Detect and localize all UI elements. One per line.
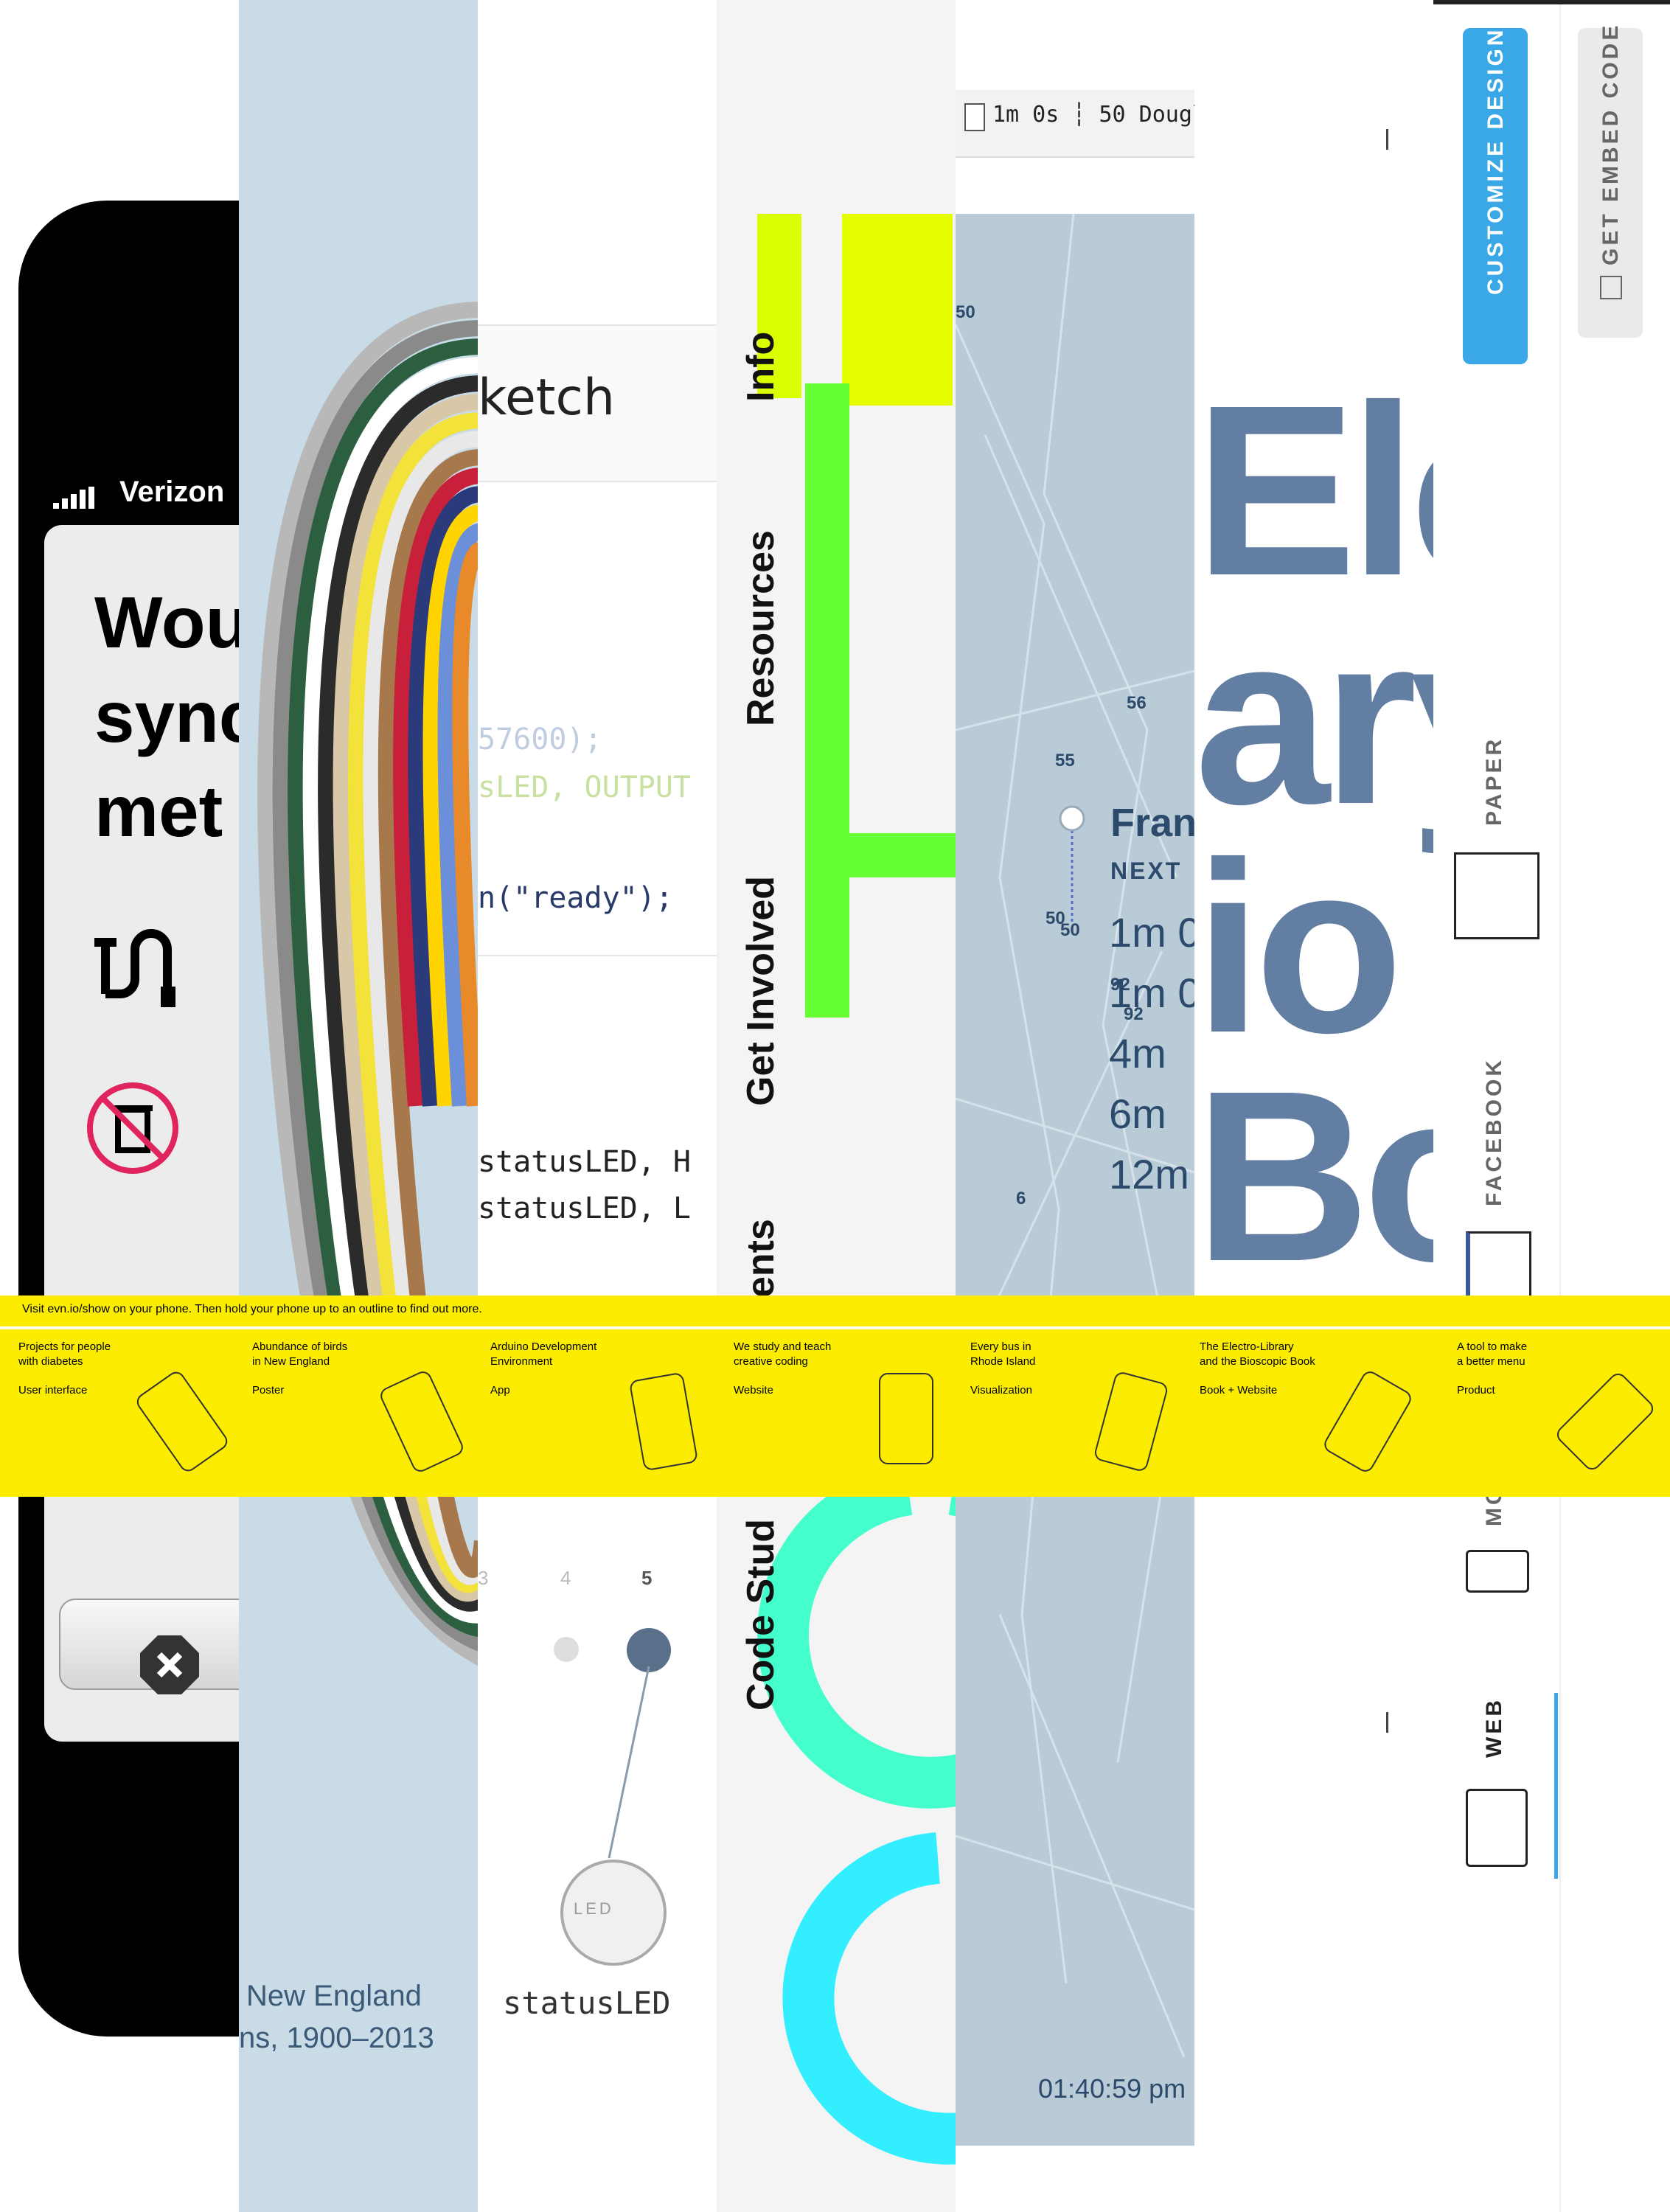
plug-icon [87,928,183,1012]
dialog-title: Wou sync met [94,582,239,852]
tab-web[interactable]: WEB [1482,1697,1507,1758]
customize-design-label: CUSTOMIZE DESIGN [1483,27,1508,295]
route-label: 50 [956,302,975,322]
phone-outline-icon[interactable] [879,1373,933,1464]
project-title: Arduino Development Environment [490,1340,597,1368]
project-title: Abundance of birds in New England [252,1340,348,1368]
eta-1: 1m 0 [1109,909,1194,956]
panel-code-club-site: Info Resources Get Involved ents Code St… [717,0,956,2212]
route-label: 6 [1016,1189,1026,1208]
project-type: Visualization [970,1384,1032,1397]
get-embed-code-label: GET EMBED CODE [1598,22,1623,265]
project-type: Website [734,1384,773,1397]
eta-3: 4m [1109,1030,1166,1077]
led-label: LED [574,1899,614,1918]
panel-arduino-ide: ketch 57600); sLED, OUTPUT n("ready"); s… [478,0,717,2212]
code-icon [1600,276,1622,299]
project-type: User interface [18,1384,88,1397]
tab-facebook[interactable]: FACEBOOK [1482,1057,1507,1206]
eta-2: 1m 0 [1109,970,1194,1016]
tab-paper[interactable]: PAPER [1482,737,1507,826]
clock: 01:40:59 pm [1038,2073,1186,2104]
nav-code-studio[interactable]: Code Stud [739,1519,783,1711]
nav-get-involved[interactable]: Get Involved [739,876,783,1106]
mobile-icon [1466,1550,1529,1593]
project-title: We study and teach creative coding [734,1340,832,1368]
carrier-name: Verizon [119,476,225,508]
signal-icon [53,487,106,509]
project-title: Every bus in Rhode Island [970,1340,1036,1368]
project-title: Projects for people with diabetes [18,1340,111,1368]
project-type: App [490,1384,510,1397]
hero-title: Ele ary io Boo [1194,354,1433,1312]
active-tab-indicator [1554,1693,1558,1879]
panel-birds-poster: New England ns, 1900–2013 [239,0,478,2212]
project-type: Book + Website [1200,1384,1278,1397]
facebook-icon [1466,1231,1531,1299]
paper-icon [1454,852,1539,939]
panel-bus-visualization: 1m 0s ┆ 50 Dougla 50 56 55 50 50 92 92 6… [956,0,1194,2212]
stop-name: Fran [1110,801,1194,845]
poster-caption-line2: ns, 1900–2013 [239,2022,434,2054]
route-label: 55 [1055,751,1075,771]
route-label: 56 [1127,693,1147,713]
cursor-mark [1386,129,1388,150]
web-icon [1466,1789,1528,1867]
nav-info[interactable]: Info [739,332,783,402]
document-icon [964,103,985,131]
eta-4: 6m [1109,1091,1166,1137]
close-icon [140,1635,199,1697]
poster-caption-line1: New England [246,1980,422,2012]
route-label: 50 [1060,920,1080,940]
cursor-mark [1386,1712,1388,1733]
band-intro: Visit evn.io/show on your phone. Then ho… [22,1303,482,1315]
nav-resources[interactable]: Resources [739,530,783,726]
panel-menu-tool: CUSTOMIZE DESIGN GET EMBED CODE PAPER FA… [1433,0,1670,2212]
browser-tab[interactable]: 1m 0s ┆ 50 Dougla [992,102,1194,128]
project-title: The Electro-Library and the Bioscopic Bo… [1200,1340,1315,1368]
panel-phone-app: Verizon Wou sync met [0,0,239,2212]
project-title: A tool to make a better menu [1457,1340,1528,1368]
next-label: NEXT [1110,858,1183,884]
project-type: Product [1457,1384,1495,1397]
component-name: statusLED [503,1985,671,2021]
wire-line [608,1666,650,1859]
no-delete-icon [85,1080,181,1179]
project-type: Poster [252,1384,285,1397]
panel-electro-library: Ele ary io Boo [1194,0,1433,2212]
eta-5: 12m [1109,1151,1189,1197]
nav-events[interactable]: ents [739,1219,783,1298]
